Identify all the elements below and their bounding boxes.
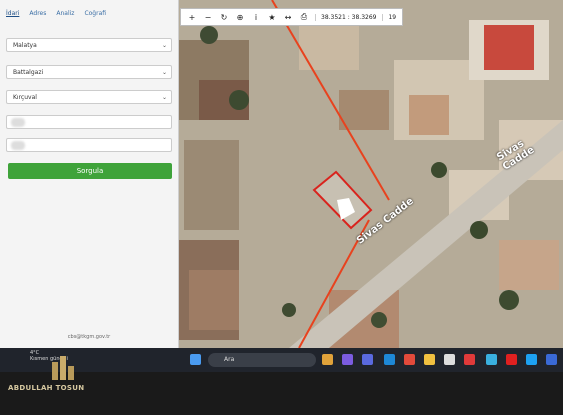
map-imagery xyxy=(179,0,563,348)
neighborhood-select[interactable]: Kırçuval ⌄ xyxy=(6,90,172,104)
info-icon[interactable]: i xyxy=(251,13,261,22)
copilot-icon[interactable] xyxy=(342,354,353,365)
left-panel: İdari Adres Analiz Coğrafi Malatya ⌄ Bat… xyxy=(0,0,179,348)
zoom-out-button[interactable]: − xyxy=(203,13,213,22)
windows-start-icon[interactable] xyxy=(190,354,201,365)
chrome-icon[interactable] xyxy=(404,354,415,365)
app-icon[interactable] xyxy=(464,354,475,365)
tab-analiz[interactable]: Analiz xyxy=(56,6,74,22)
coordinate-readout: 38.3521 : 38.3269 xyxy=(315,13,376,21)
watermark-text: ABDULLAH TOSUN xyxy=(8,384,85,392)
refresh-icon[interactable]: ↻ xyxy=(219,13,229,22)
star-icon[interactable]: ★ xyxy=(267,13,277,22)
edge-icon[interactable] xyxy=(384,354,395,365)
tab-bar: İdari Adres Analiz Coğrafi xyxy=(0,6,106,22)
neighborhood-value: Kırçuval xyxy=(13,94,37,101)
block-number-field[interactable] xyxy=(6,115,172,129)
district-select[interactable]: Battalgazi ⌄ xyxy=(6,65,172,79)
chevron-down-icon: ⌄ xyxy=(161,69,167,76)
province-value: Malatya xyxy=(13,42,37,49)
province-select[interactable]: Malatya ⌄ xyxy=(6,38,172,52)
screen: İdari Adres Analiz Coğrafi Malatya ⌄ Bat… xyxy=(0,0,563,348)
query-button[interactable]: Sorgula xyxy=(8,163,172,179)
tab-adres[interactable]: Adres xyxy=(29,6,46,22)
chevron-down-icon: ⌄ xyxy=(161,42,167,49)
zoom-level: 19 xyxy=(382,13,396,21)
tab-cografi[interactable]: Coğrafi xyxy=(84,6,106,22)
measure-icon[interactable]: ↔ xyxy=(283,13,293,22)
print-icon[interactable]: ⎙ xyxy=(299,12,309,22)
teams-icon[interactable] xyxy=(362,354,373,365)
blurred-value xyxy=(11,141,25,150)
search-placeholder: Ara xyxy=(224,356,235,363)
calendar-icon[interactable] xyxy=(444,354,455,365)
zoom-in-button[interactable]: + xyxy=(187,13,197,22)
taskbar-search[interactable]: Ara xyxy=(208,353,316,367)
app-icon[interactable] xyxy=(486,354,497,365)
satellite-map[interactable]: Sivas Cadde Sivas Cadde xyxy=(179,0,563,348)
folder-icon[interactable] xyxy=(424,354,435,365)
tab-idari[interactable]: İdari xyxy=(6,6,19,22)
footer-email[interactable]: cbs@tkgm.gov.tr xyxy=(0,334,178,340)
watermark-logo xyxy=(6,352,86,408)
app-icon[interactable] xyxy=(546,354,557,365)
district-value: Battalgazi xyxy=(13,69,44,76)
app-icon[interactable] xyxy=(322,354,333,365)
map-toolbar: + − ↻ ⊕ i ★ ↔ ⎙ 38.3521 : 38.3269 19 xyxy=(180,8,404,26)
youtube-icon[interactable] xyxy=(506,354,517,365)
locate-icon[interactable]: ⊕ xyxy=(235,13,245,22)
chevron-down-icon: ⌄ xyxy=(161,94,167,101)
twitter-icon[interactable] xyxy=(526,354,537,365)
parcel-number-field[interactable] xyxy=(6,138,172,152)
blurred-value xyxy=(11,118,25,127)
